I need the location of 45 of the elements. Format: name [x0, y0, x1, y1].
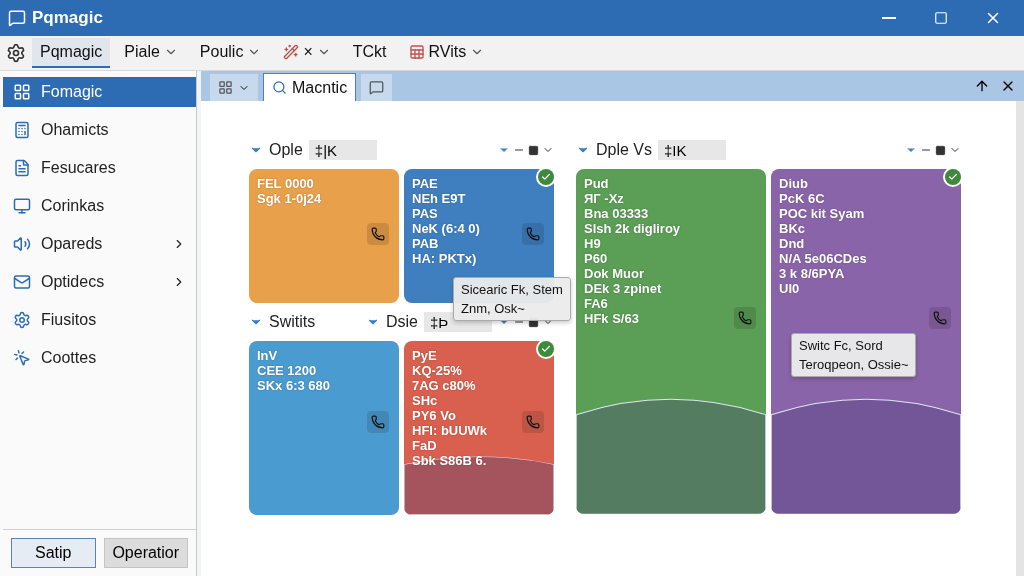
- tile-text: BKc: [779, 221, 805, 236]
- tile-text: 7AG c80%: [412, 378, 476, 393]
- tile-text: UI0: [779, 281, 800, 296]
- tile-text: POC kit Syam: [779, 206, 865, 221]
- tile-text: CEE 1200: [257, 363, 317, 378]
- tile-text: Sbk S86B 6.: [412, 453, 487, 468]
- section-title: Dsie: [386, 313, 418, 331]
- tile-text: Bna 03333: [584, 206, 649, 221]
- tooltip-text: Teroqpeon, Ossie~: [799, 357, 909, 372]
- window-title: Pqmagic: [32, 8, 104, 28]
- tile-text: Sgk 1-0j24: [257, 191, 322, 206]
- tile-text: HFk S/63: [584, 311, 639, 326]
- tile-text: InV: [257, 348, 278, 363]
- tile-text: 3 k 8/6PYA: [779, 266, 845, 281]
- tile-text: SKx 6:3 680: [257, 378, 330, 393]
- tile-text: Diub: [779, 176, 808, 191]
- tile-text: PyE: [412, 348, 437, 363]
- tile-text: N/A 5e06CDes: [779, 251, 867, 266]
- tile-text: NEh E9T: [412, 191, 466, 206]
- tile-text: SHc: [412, 393, 438, 408]
- tile-text: Dnd: [779, 236, 805, 251]
- tooltip-text: Switc Fc, Sord: [799, 338, 884, 353]
- tile-text: NeK (6:4 0): [412, 221, 480, 236]
- tile-text: FA6: [584, 296, 608, 311]
- tile-text: Dok Muor: [584, 266, 644, 281]
- section-title: Switits: [269, 313, 316, 331]
- tile-text: PAB: [412, 236, 439, 251]
- tile-text: FaD: [412, 438, 437, 453]
- tile-text: DEk 3 zpinet: [584, 281, 662, 296]
- tile-text: Slsh 2k digliroy: [584, 221, 681, 236]
- tile-text: FEL 0000: [257, 176, 314, 191]
- tile-text: H9: [584, 236, 601, 251]
- tile-text: PAS: [412, 206, 438, 221]
- section-title: Dple Vs: [596, 141, 653, 159]
- tooltip-text: Sicearic Fk, Stem: [461, 282, 563, 297]
- tile-text: PcK 6C: [779, 191, 825, 206]
- tile-text: Pud: [584, 176, 609, 191]
- section-title: Ople: [269, 141, 303, 159]
- tile-text: KQ-25%: [412, 363, 462, 378]
- tile-text: P60: [584, 251, 608, 266]
- tile-text: PY6 Vo: [412, 408, 456, 423]
- tile-text: ЯГ -Xz: [584, 191, 624, 206]
- tile-text: PAE: [412, 176, 438, 191]
- tile-text: HA: PKTx): [412, 251, 477, 266]
- tile-text: HFI: bUUWk: [412, 423, 488, 438]
